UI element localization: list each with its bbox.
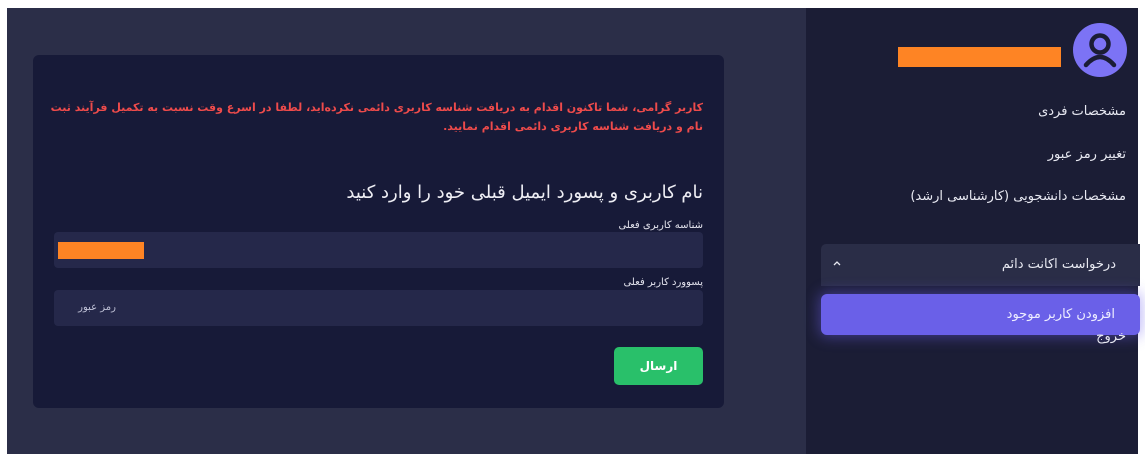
password-label: پسوورد کاربر فعلی <box>623 277 703 288</box>
submit-button[interactable]: ارسال <box>614 347 703 385</box>
sidebar-item-personal-info[interactable]: مشخصات فردی <box>1038 102 1126 122</box>
sidebar-item-label: افزودن کاربر موجود <box>1006 307 1115 322</box>
chevron-up-icon <box>833 261 841 266</box>
username-redacted <box>898 47 1061 67</box>
user-avatar-icon[interactable] <box>1073 23 1127 77</box>
form-heading: نام کاربری و پسورد ایمیل قبلی خود را وار… <box>346 182 703 203</box>
sidebar-item-student-info[interactable]: مشخصات دانشجویی (کارشناسی ارشد) <box>910 187 1126 207</box>
sidebar-item-change-password[interactable]: تغییر رمز عبور <box>1048 145 1126 165</box>
sidebar-item-add-existing-user[interactable]: افزودن کاربر موجود <box>821 294 1140 335</box>
sidebar-item-logout[interactable]: خروج <box>1096 327 1126 347</box>
password-placeholder: رمز عبور <box>78 302 116 313</box>
username-label: شناسه کاربری فعلی <box>618 220 703 231</box>
username-value-redacted <box>58 242 144 259</box>
sidebar-item-permanent-account[interactable]: درخواست اکانت دائم <box>821 244 1140 286</box>
warning-message: کاربر گرامی، شما تاکنون اقدام به دریافت … <box>50 101 703 133</box>
password-input[interactable]: رمز عبور <box>54 290 703 326</box>
sidebar-item-label: درخواست اکانت دائم <box>1001 257 1116 272</box>
username-input[interactable] <box>54 232 703 268</box>
